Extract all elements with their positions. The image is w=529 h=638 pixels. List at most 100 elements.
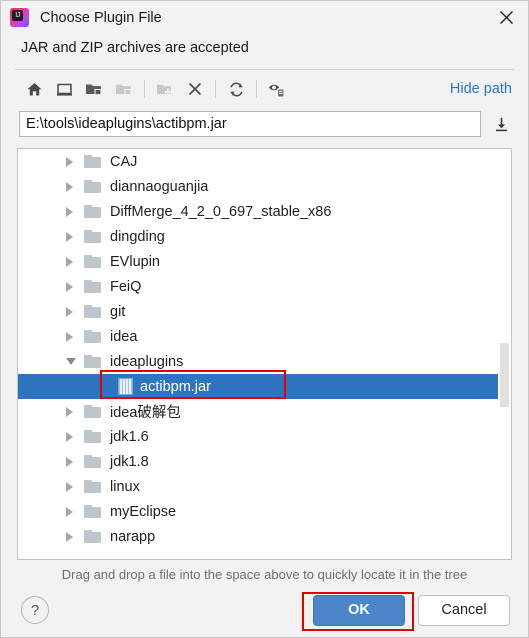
dialog-title: Choose Plugin File	[40, 9, 162, 26]
tree-row-label: EVlupin	[110, 253, 160, 270]
tree-row-label: diannaoguanjia	[110, 178, 209, 195]
folder-icon	[84, 354, 103, 370]
file-tree-panel[interactable]: CAJ diannaoguanjia DiffMerge_4_2_0_697_sta…	[17, 148, 512, 560]
tree-row[interactable]: dingding	[18, 224, 511, 249]
folder-icon	[84, 204, 103, 220]
tree-row[interactable]: FeiQ	[18, 274, 511, 299]
file-chooser-toolbar: Hide path	[1, 70, 528, 108]
tree-row[interactable]: CAJ	[18, 149, 511, 174]
home-icon	[27, 82, 41, 95]
chevron-right-icon[interactable]	[66, 499, 84, 524]
chevron-right-icon[interactable]	[66, 449, 84, 474]
refresh-button[interactable]	[221, 74, 251, 104]
toolbar-separator-3	[256, 80, 257, 98]
tree-row[interactable]: idea	[18, 324, 511, 349]
tree-row[interactable]: linux	[18, 474, 511, 499]
tree-row[interactable]: diannaoguanjia	[18, 174, 511, 199]
chevron-right-icon[interactable]	[66, 424, 84, 449]
home-button[interactable]	[19, 74, 49, 104]
tree-row-label: idea	[110, 328, 138, 345]
folder-expand-icon	[86, 84, 102, 95]
tree-row-label: dingding	[110, 228, 165, 245]
dialog-footer: ? OK Cancel	[1, 582, 528, 638]
expand-folder-button[interactable]	[79, 74, 109, 104]
desktop-button[interactable]	[49, 74, 79, 104]
chevron-down-icon[interactable]	[66, 349, 84, 374]
tree-row-label: narapp	[110, 528, 156, 545]
tree-row[interactable]: EVlupin	[18, 249, 511, 274]
cancel-button[interactable]: Cancel	[418, 594, 510, 626]
chevron-right-icon[interactable]	[66, 324, 84, 349]
chevron-right-icon[interactable]	[66, 299, 84, 324]
folder-icon	[84, 329, 103, 345]
tree-row[interactable]: ideaplugins	[18, 349, 511, 374]
folder-icon	[84, 229, 103, 245]
path-row	[1, 108, 528, 140]
refresh-icon	[229, 82, 243, 96]
chevron-right-icon[interactable]	[66, 274, 84, 299]
desktop-icon	[56, 83, 72, 96]
new-folder-button[interactable]	[150, 74, 180, 104]
hide-path-link[interactable]: Hide path	[450, 81, 514, 97]
tree-row[interactable]: actibpm.jar	[18, 374, 511, 399]
download-icon	[495, 117, 507, 131]
folder-icon	[84, 479, 103, 495]
path-input[interactable]	[19, 111, 481, 137]
folder-icon	[84, 254, 103, 270]
folder-icon	[84, 154, 103, 170]
chevron-right-icon[interactable]	[66, 174, 84, 199]
folder-collapse-icon	[116, 84, 132, 95]
tree-row[interactable]: DiffMerge_4_2_0_697_stable_x86	[18, 199, 511, 224]
tree-row-label: FeiQ	[110, 278, 142, 295]
scrollbar-thumb[interactable]	[499, 342, 510, 408]
dialog-button-group: OK Cancel	[313, 594, 510, 626]
choose-plugin-file-dialog: IJ Choose Plugin File JAR and ZIP archiv…	[0, 0, 529, 638]
folder-icon	[84, 454, 103, 470]
tree-row-label: git	[110, 303, 126, 320]
tree-row-label: CAJ	[110, 153, 138, 170]
show-hidden-files-icon	[269, 84, 285, 97]
tree-row[interactable]: narapp	[18, 524, 511, 549]
chevron-right-icon[interactable]	[66, 524, 84, 549]
chevron-right-icon[interactable]	[66, 399, 84, 424]
tree-row[interactable]: jdk1.6	[18, 424, 511, 449]
folder-icon	[84, 429, 103, 445]
vertical-scrollbar[interactable]	[498, 149, 511, 559]
close-button[interactable]	[484, 1, 528, 34]
chevron-right-icon[interactable]	[66, 224, 84, 249]
help-button[interactable]: ?	[21, 596, 49, 624]
new-folder-icon	[157, 84, 172, 95]
tree-row-label: jdk1.8	[110, 453, 149, 470]
collapse-folder-button[interactable]	[109, 74, 139, 104]
chevron-right-icon[interactable]	[66, 199, 84, 224]
tree-row[interactable]: myEclipse	[18, 499, 511, 524]
title-bar: IJ Choose Plugin File	[1, 1, 528, 34]
folder-icon	[84, 504, 103, 520]
chevron-right-icon[interactable]	[66, 149, 84, 174]
folder-icon	[84, 304, 103, 320]
file-tree-list: CAJ diannaoguanjia DiffMerge_4_2_0_697_sta…	[18, 149, 511, 549]
folder-icon	[84, 279, 103, 295]
close-icon	[499, 11, 513, 24]
tree-row[interactable]: jdk1.8	[18, 449, 511, 474]
toolbar-separator-1	[144, 80, 145, 98]
chevron-right-icon[interactable]	[66, 249, 84, 274]
delete-icon	[188, 82, 202, 96]
tree-row[interactable]: idea破解包	[18, 399, 511, 424]
logo-monogram: IJ	[12, 10, 23, 21]
folder-icon	[84, 529, 103, 545]
delete-button[interactable]	[180, 74, 210, 104]
show-hidden-files-button[interactable]	[262, 74, 292, 104]
tree-row[interactable]: git	[18, 299, 511, 324]
intellij-idea-logo-icon: IJ	[10, 8, 29, 27]
folder-icon	[84, 179, 103, 195]
tree-row-label: jdk1.6	[110, 428, 149, 445]
tree-row-label: linux	[110, 478, 140, 495]
ok-button[interactable]: OK	[313, 594, 405, 626]
tree-row-label: ideaplugins	[110, 353, 184, 370]
chevron-right-icon[interactable]	[66, 474, 84, 499]
load-path-button[interactable]	[488, 111, 514, 137]
jar-file-icon	[118, 378, 133, 395]
tree-row-label: DiffMerge_4_2_0_697_stable_x86	[110, 203, 332, 220]
dialog-subtitle: JAR and ZIP archives are accepted	[21, 40, 249, 56]
